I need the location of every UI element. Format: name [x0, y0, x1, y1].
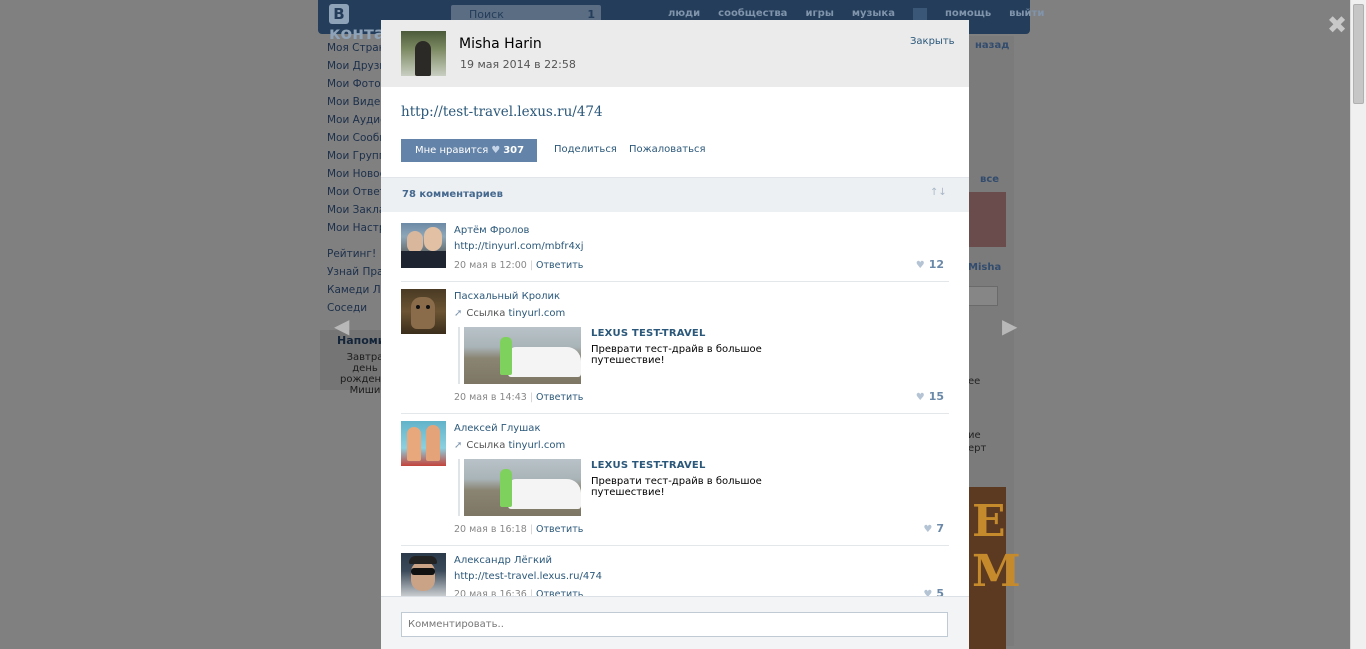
comment-avatar[interactable]: [401, 289, 446, 334]
comment-like-count: 12: [928, 258, 944, 271]
sidebar-item-truth[interactable]: Узнай Правду: [327, 266, 387, 284]
close-icon[interactable]: ✖: [1326, 13, 1348, 37]
sidebar-item-settings[interactable]: Мои Настройки: [327, 222, 387, 240]
reply-button[interactable]: Ответить: [536, 392, 583, 403]
sidebar-item-answers[interactable]: Мои Ответы: [327, 186, 387, 204]
comment-text-link[interactable]: http://test-travel.lexus.ru/474: [454, 571, 602, 582]
comment-meta: 20 мая в 16:18 | Ответить: [454, 524, 584, 535]
comment-input[interactable]: [401, 612, 948, 637]
comments-count[interactable]: 78 комментариев: [402, 189, 503, 200]
sidebar-item-rating[interactable]: Рейтинг!: [327, 248, 387, 266]
like-count: 307: [503, 145, 525, 156]
author-avatar[interactable]: [401, 31, 446, 76]
sidebar-item-comedy[interactable]: Камеди Лаб: [327, 284, 387, 302]
sidebar-item-friends[interactable]: Мои Друзья: [327, 60, 387, 78]
right-text: ее: [968, 376, 981, 387]
sidebar-item-bookmarks[interactable]: Мои Закладки: [327, 204, 387, 222]
post-modal: Misha Harin 19 мая 2014 в 22:58 Закрыть …: [381, 20, 969, 649]
sidebar-item-messages[interactable]: Мои Сообщения: [327, 132, 387, 150]
snippet-image[interactable]: [464, 327, 581, 384]
comment-text-link[interactable]: http://tinyurl.com/mbfr4xj: [454, 241, 584, 252]
report-button[interactable]: Пожаловаться: [629, 144, 706, 155]
comment-author[interactable]: Александр Лёгкий: [454, 555, 552, 566]
snippet-title[interactable]: LEXUS TEST-TRAVEL: [591, 328, 706, 339]
comment-author[interactable]: Артём Фролов: [454, 225, 529, 236]
right-text-2: ие ерт: [968, 430, 987, 454]
comment-avatar[interactable]: [401, 553, 446, 598]
all-link[interactable]: все: [980, 174, 999, 185]
link-snippet: LEXUS TEST-TRAVEL Преврати тест-драйв в …: [458, 459, 838, 516]
share-button[interactable]: Поделиться: [554, 144, 617, 155]
sidebar-item-videos[interactable]: Мои Видеозаписи: [327, 96, 387, 114]
comment-item: Пасхальный Кролик ➚ Ссылка tinyurl.com LE…: [401, 289, 949, 414]
link-attachment-label: ➚ Ссылка tinyurl.com: [454, 440, 566, 451]
comment-item: Артём Фролов http://tinyurl.com/mbfr4xj …: [401, 223, 949, 282]
author-name[interactable]: Misha Harin: [459, 36, 542, 52]
sidebar-item-audio[interactable]: Мои Аудиозаписи: [327, 114, 387, 132]
comment-like-count: 7: [936, 522, 944, 535]
post-date: 19 мая 2014 в 22:58: [460, 58, 576, 71]
comment-avatar[interactable]: [401, 223, 446, 268]
comment-meta: 20 мая в 12:00 | Ответить: [454, 260, 584, 271]
comment-like-button[interactable]: ♥ 12: [916, 258, 944, 271]
comment-avatar[interactable]: [401, 421, 446, 466]
snippet-description: Преврати тест-драйв в большое путешестви…: [591, 476, 762, 498]
nav-logout[interactable]: выйти: [1009, 8, 1044, 22]
snippet-image[interactable]: [464, 459, 581, 516]
heart-icon: ♥: [915, 260, 925, 271]
close-button[interactable]: Закрыть: [910, 36, 955, 47]
reply-button[interactable]: Ответить: [536, 524, 583, 535]
heart-icon: ♥: [923, 524, 933, 535]
sidebar-item-groups[interactable]: Мои Группы: [327, 150, 387, 168]
like-label: Мне нравится: [415, 145, 489, 156]
comment-form: [381, 596, 969, 649]
comment-like-count: 15: [928, 390, 944, 403]
comment-time[interactable]: 20 мая в 14:43: [454, 392, 527, 403]
attachment-domain-link[interactable]: tinyurl.com: [509, 440, 566, 451]
sort-icon[interactable]: ↑↓: [930, 187, 947, 198]
comment-time[interactable]: 20 мая в 16:18: [454, 524, 527, 535]
comment-author[interactable]: Алексей Глушак: [454, 423, 540, 434]
link-attachment-label: ➚ Ссылка tinyurl.com: [454, 308, 566, 319]
right-photo[interactable]: [968, 192, 1006, 247]
comment-time[interactable]: 20 мая в 12:00: [454, 260, 527, 271]
pin-icon: ➚: [454, 308, 463, 319]
chevron-right-icon[interactable]: ▶: [1002, 314, 1017, 338]
comment-like-button[interactable]: ♥ 7: [923, 522, 944, 535]
post-link[interactable]: http://test-travel.lexus.ru/474: [401, 104, 603, 120]
snippet-description: Преврати тест-драйв в большое путешестви…: [591, 344, 762, 366]
back-link[interactable]: назад: [975, 40, 1009, 51]
comment-author[interactable]: Пасхальный Кролик: [454, 291, 560, 302]
comments-header: 78 комментариев ↑↓: [381, 177, 969, 212]
comment-meta: 20 мая в 14:43 | Ответить: [454, 392, 584, 403]
pin-icon: ➚: [454, 440, 463, 451]
attachment-domain-link[interactable]: tinyurl.com: [509, 308, 566, 319]
comment-like-button[interactable]: ♥ 15: [916, 390, 944, 403]
sidebar-item-photos[interactable]: Мои Фотографии: [327, 78, 387, 96]
like-button[interactable]: Мне нравится ♥ 307: [401, 139, 537, 162]
right-ad-image[interactable]: E M: [968, 487, 1021, 649]
heart-icon: ♥: [491, 145, 501, 156]
sidebar-item-page[interactable]: Моя Страница: [327, 42, 387, 60]
reply-button[interactable]: Ответить: [536, 260, 583, 271]
link-snippet: LEXUS TEST-TRAVEL Преврати тест-драйв в …: [458, 327, 838, 384]
right-input[interactable]: [968, 286, 998, 306]
sidebar: Моя Страница Мои Друзья Мои Фотографии М…: [327, 42, 387, 320]
heart-icon: ♥: [915, 392, 925, 403]
post-header: Misha Harin 19 мая 2014 в 22:58 Закрыть: [381, 20, 969, 87]
sidebar-item-news[interactable]: Мои Новости: [327, 168, 387, 186]
comment-item: Алексей Глушак ➚ Ссылка tinyurl.com LEXUS…: [401, 421, 949, 546]
snippet-title[interactable]: LEXUS TEST-TRAVEL: [591, 460, 706, 471]
right-misha-label: Misha: [968, 262, 1002, 273]
scrollbar[interactable]: [1350, 0, 1366, 649]
scrollbar-thumb[interactable]: [1353, 4, 1364, 104]
chevron-left-icon[interactable]: ◀: [334, 314, 349, 338]
